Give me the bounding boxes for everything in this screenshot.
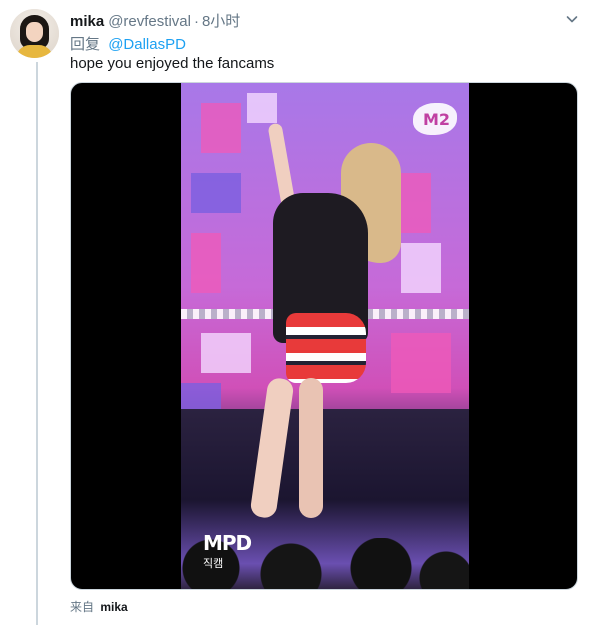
svg-text:M2: M2 (423, 110, 450, 129)
author-handle[interactable]: @revfestival (108, 13, 191, 30)
tweet-source: 来自 mika (70, 598, 128, 615)
reply-label: 回复 (70, 36, 101, 53)
source-name[interactable]: mika (100, 600, 127, 614)
author-name[interactable]: mika (70, 13, 104, 30)
mpd-logo: MPD 직캠 (203, 531, 252, 570)
chevron-down-icon[interactable] (566, 12, 578, 24)
tweet-time[interactable]: 8小时 (202, 10, 240, 31)
video-player[interactable]: M2 MPD 직캠 (70, 82, 578, 590)
reply-context: 回复 @DallasPD (70, 33, 186, 54)
separator-dot: · (193, 13, 199, 30)
avatar[interactable] (10, 9, 59, 58)
thread-line (36, 62, 38, 625)
video-frame[interactable]: M2 MPD 직캠 (181, 83, 469, 589)
tweet-header: mika @revfestival · 8小时 (70, 10, 240, 31)
source-label: 来自 (70, 600, 95, 614)
tweet-text: hope you enjoyed the fancams (70, 55, 275, 72)
m2-logo: M2 (413, 103, 457, 135)
reply-target-link[interactable]: @DallasPD (108, 36, 186, 53)
